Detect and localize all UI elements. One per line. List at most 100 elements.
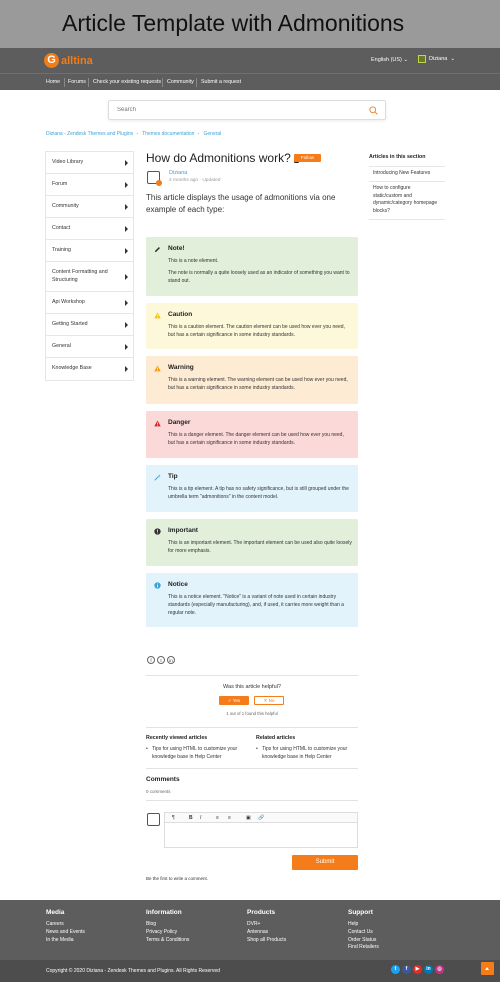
sidebar-item-getting-started[interactable]: Getting Started: [46, 314, 133, 336]
youtube-icon[interactable]: ▶: [413, 965, 422, 974]
footer-link[interactable]: Shop all Products: [247, 937, 286, 945]
back-to-top-button[interactable]: [481, 962, 494, 975]
search-input[interactable]: [109, 101, 385, 119]
facebook-share-icon[interactable]: f: [147, 656, 155, 664]
link-icon[interactable]: 🔗: [258, 815, 264, 821]
nav-submit-request[interactable]: Submit a request: [201, 79, 241, 85]
top-header: G alltina English (US) ⌄ Diziana ⌄: [0, 48, 500, 73]
logo[interactable]: G alltina: [44, 53, 93, 68]
nav-home[interactable]: Home: [46, 79, 60, 85]
footer-link[interactable]: News and Events: [46, 929, 85, 937]
breadcrumb-separator: ›: [136, 131, 138, 137]
section-article-link[interactable]: How to configure static/custom and dynam…: [369, 182, 445, 220]
footer-link[interactable]: DVR+: [247, 921, 286, 929]
sidebar-item-label: General: [52, 342, 71, 349]
recently-viewed-item[interactable]: Tips for using HTML to customize your kn…: [146, 745, 252, 761]
submit-comment-button[interactable]: Submit: [292, 855, 358, 870]
admonition-title: Tip: [168, 473, 178, 480]
title-banner: Article Template with Admonitions: [0, 0, 500, 48]
comment-editor[interactable]: [164, 823, 358, 848]
footer-link[interactable]: Blog: [146, 921, 189, 929]
image-icon[interactable]: ▣: [246, 815, 251, 821]
facebook-icon[interactable]: f: [402, 965, 411, 974]
chevron-right-icon: [125, 159, 128, 166]
related-articles-title: Related articles: [256, 735, 296, 741]
article-intro: This article displays the usage of admon…: [146, 193, 336, 214]
sidebar-item-label: Content Formatting and Structuring: [52, 269, 108, 283]
admonition-title: Warning: [168, 364, 194, 371]
nav-community[interactable]: Community: [167, 79, 194, 85]
bold-icon[interactable]: B: [189, 815, 193, 821]
recently-viewed-title: Recently viewed articles: [146, 735, 208, 741]
breadcrumb-separator: ›: [197, 131, 200, 137]
footer-link[interactable]: Contact Us: [348, 929, 379, 937]
sidebar-item-knowledge-base[interactable]: Knowledge Base: [46, 358, 133, 380]
nav-forums[interactable]: Forums: [68, 79, 86, 85]
twitter-share-icon[interactable]: t: [157, 656, 165, 664]
admonition-text: This is an important element. The import…: [168, 540, 352, 554]
footer-link[interactable]: Privacy Policy: [146, 929, 189, 937]
footer-link[interactable]: Careers: [46, 921, 85, 929]
admonition-title: Note!: [168, 245, 185, 252]
breadcrumb-item[interactable]: Diziana - Zendesk Themes and Plugins: [46, 131, 133, 137]
sidebar-item-api-workshop[interactable]: Api Workshop: [46, 292, 133, 314]
breadcrumb: Diziana - Zendesk Themes and Plugins › Th…: [46, 131, 221, 137]
article-meta: 2 months ago · Updated: [169, 178, 221, 183]
sidebar-item-general[interactable]: General: [46, 336, 133, 358]
footer-link[interactable]: Antennas: [247, 929, 286, 937]
vote-yes-button[interactable]: ✓ Yes: [219, 696, 249, 705]
sidebar-item-label: Knowledge Base: [52, 365, 92, 372]
linkedin-icon[interactable]: in: [424, 965, 433, 974]
admonition-body: This is an important element. The import…: [168, 539, 352, 559]
admonition-text: This is a caution element. The caution e…: [168, 324, 345, 338]
sidebar-item-content-formatting[interactable]: Content Formatting and Structuring: [46, 262, 133, 292]
nav-check-requests[interactable]: Check your existing requests: [93, 79, 161, 85]
footer-heading: Information: [146, 909, 182, 916]
italic-icon[interactable]: I: [200, 815, 201, 821]
divider: [146, 727, 358, 728]
section-articles-list: Introducing New Features How to configur…: [369, 166, 445, 220]
chevron-down-icon: ⌄: [450, 56, 455, 62]
language-selector[interactable]: English (US) ⌄: [371, 57, 408, 63]
twitter-icon[interactable]: t: [391, 965, 400, 974]
user-menu[interactable]: Diziana ⌄: [418, 55, 455, 63]
sidebar-item-community[interactable]: Community: [46, 196, 133, 218]
author-avatar[interactable]: [147, 171, 162, 186]
section-article-link[interactable]: Introducing New Features: [369, 167, 445, 182]
danger-icon: [154, 420, 161, 427]
related-article-item[interactable]: Tips for using HTML to customize your kn…: [256, 745, 362, 761]
agent-badge-icon: [156, 180, 162, 186]
author-name[interactable]: Diziana: [169, 170, 187, 176]
footer-link[interactable]: Terms & Conditions: [146, 937, 189, 945]
admonition-text: This is a tip element. A tip has no safe…: [168, 486, 349, 500]
sidebar-item-training[interactable]: Training: [46, 240, 133, 262]
breadcrumb-item[interactable]: Themes documentation: [142, 131, 194, 137]
linkedin-share-icon[interactable]: in: [167, 656, 175, 664]
notice-icon: [154, 582, 161, 589]
sidebar-item-label: Contact: [52, 224, 71, 231]
sidebar-item-video-library[interactable]: Video Library: [46, 152, 133, 174]
numbered-list-icon[interactable]: ≡: [216, 815, 219, 821]
instagram-icon[interactable]: ◎: [435, 965, 444, 974]
vote-no-button[interactable]: ✕ No: [254, 696, 284, 705]
footer-link[interactable]: Help: [348, 921, 379, 929]
follow-button[interactable]: Follow: [294, 154, 321, 162]
divider: [146, 800, 358, 801]
footer-link[interactable]: Find Retailers: [348, 944, 379, 952]
chevron-right-icon: [125, 273, 128, 280]
footer-link[interactable]: Order Status: [348, 937, 379, 945]
breadcrumb-item[interactable]: General: [204, 131, 222, 137]
admonition-body: This is a danger element. The danger ele…: [168, 431, 352, 451]
sidebar-item-contact[interactable]: Contact: [46, 218, 133, 240]
admonition-important: Important This is an important element. …: [146, 519, 358, 566]
admonition-text: This is a notice element. "Notice" is a …: [168, 594, 344, 616]
helpful-count: 1 out of 1 found this helpful: [226, 711, 278, 716]
chevron-right-icon: [125, 247, 128, 254]
section-articles-title: Articles in this section: [369, 154, 426, 160]
footer-link[interactable]: In the Media: [46, 937, 85, 945]
bulleted-list-icon[interactable]: ≡: [228, 815, 231, 821]
paragraph-icon[interactable]: ¶: [172, 815, 175, 821]
sidebar-item-forum[interactable]: Forum: [46, 174, 133, 196]
search-box: [108, 100, 386, 120]
search-icon[interactable]: [369, 106, 378, 115]
